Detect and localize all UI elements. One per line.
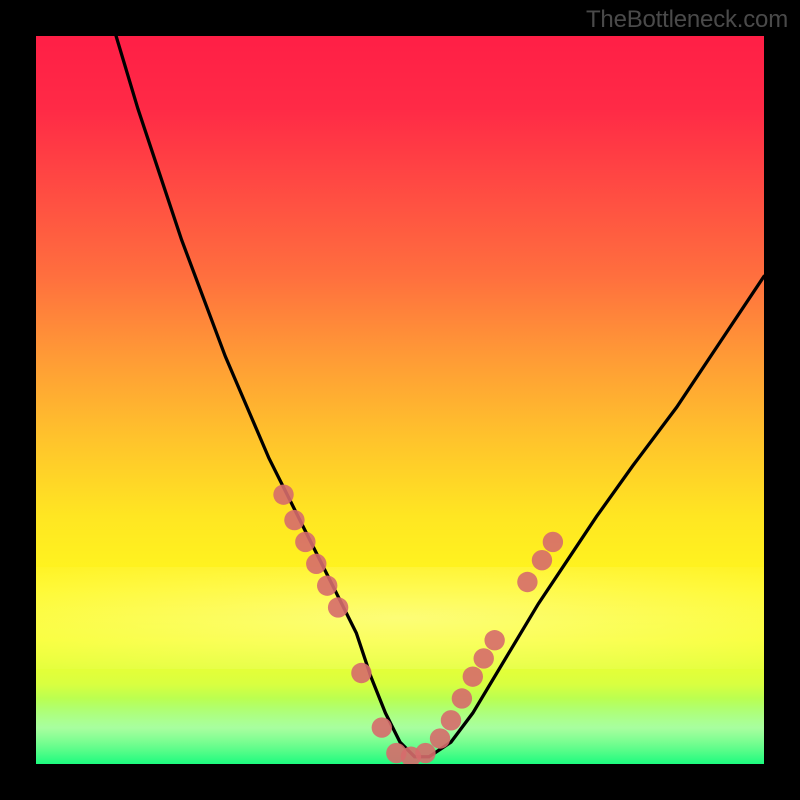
curve-marker	[328, 597, 348, 617]
curve-marker	[463, 666, 483, 686]
chart-svg	[36, 36, 764, 764]
curve-marker	[372, 717, 392, 737]
curve-marker	[351, 663, 371, 683]
curve-marker	[306, 554, 326, 574]
bottleneck-curve	[116, 36, 764, 757]
watermark-text: TheBottleneck.com	[586, 6, 788, 34]
curve-markers	[273, 484, 563, 764]
plot-area	[36, 36, 764, 764]
curve-marker	[517, 572, 537, 592]
curve-marker	[532, 550, 552, 570]
curve-marker	[284, 510, 304, 530]
curve-marker	[441, 710, 461, 730]
curve-marker	[295, 532, 315, 552]
curve-marker	[474, 648, 494, 668]
chart-frame: TheBottleneck.com	[0, 0, 800, 800]
curve-marker	[415, 743, 435, 763]
curve-marker	[452, 688, 472, 708]
curve-marker	[273, 484, 293, 504]
curve-marker	[484, 630, 504, 650]
curve-marker	[317, 575, 337, 595]
curve-marker	[430, 728, 450, 748]
curve-marker	[543, 532, 563, 552]
